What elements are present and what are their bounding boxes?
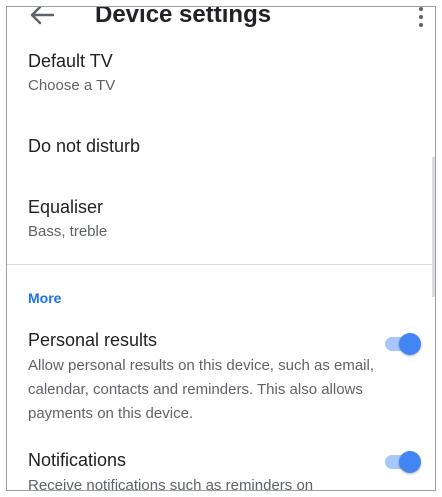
notifications-setting[interactable]: Notifications Receive notifications such… [28, 450, 423, 491]
item-subtitle: Bass, treble [28, 223, 108, 240]
equaliser-item[interactable]: Equaliser Bass, treble [28, 197, 419, 240]
app-bar: Device settings [7, 6, 435, 37]
section-divider [7, 264, 435, 265]
page-title: Device settings [95, 6, 272, 28]
item-title: Do not disturb [28, 136, 141, 156]
arrow-left-icon[interactable] [29, 6, 55, 27]
setting-description: Allow personal results on this device, s… [28, 357, 374, 422]
item-title: Equaliser [28, 197, 104, 217]
item-subtitle: Choose a TV [28, 77, 116, 94]
device-settings-screen: Device settings Default TV Choose a TV D… [6, 6, 436, 491]
default-tv-item[interactable]: Default TV Choose a TV [28, 51, 419, 94]
item-title: Default TV [28, 51, 113, 71]
toggle-thumb [399, 451, 421, 473]
setting-title: Notifications [28, 450, 127, 470]
personal-results-toggle[interactable] [383, 330, 421, 356]
do-not-disturb-item[interactable]: Do not disturb [28, 136, 419, 157]
notifications-toggle[interactable] [383, 448, 421, 474]
section-header-more: More [28, 290, 62, 306]
personal-results-setting[interactable]: Personal results Allow personal results … [28, 330, 423, 426]
setting-description: Receive notifications such as reminders … [28, 477, 314, 491]
scrollbar[interactable] [432, 157, 435, 297]
setting-title: Personal results [28, 330, 158, 350]
more-vert-icon[interactable] [419, 7, 423, 29]
toggle-thumb [399, 333, 421, 355]
